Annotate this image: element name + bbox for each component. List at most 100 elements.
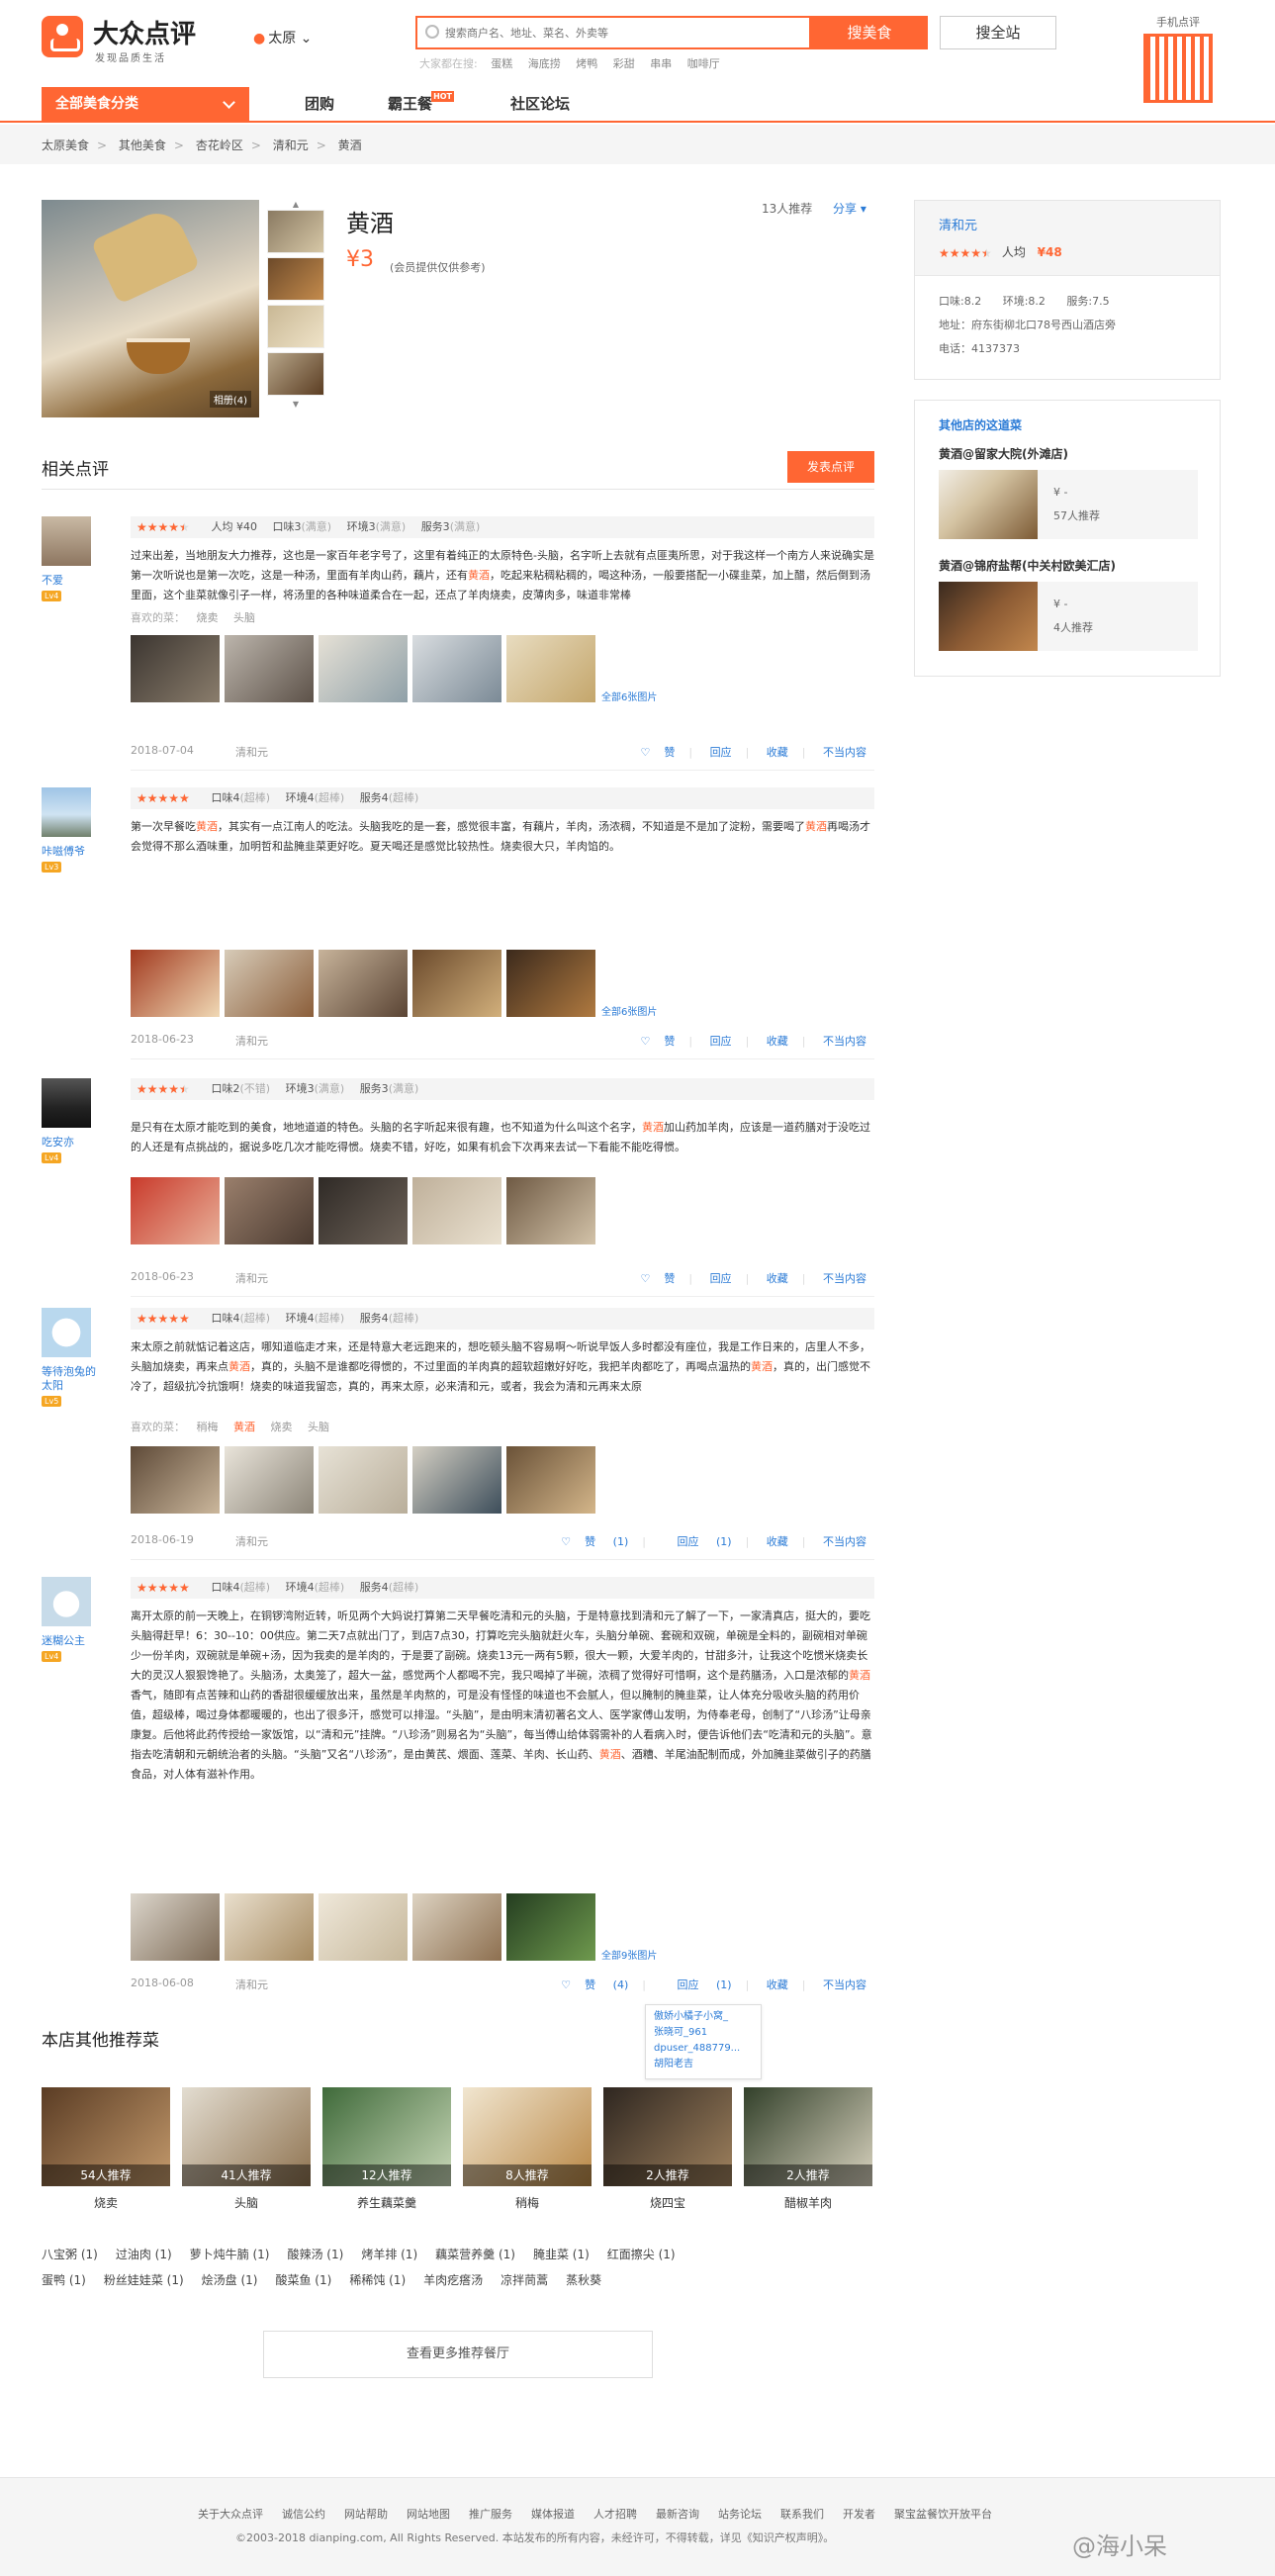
review-shop[interactable]: 清和元 [235, 744, 268, 760]
all-categories-dropdown[interactable]: 全部美食分类 [42, 87, 249, 121]
review-username[interactable]: 迷糊公主 [42, 1634, 85, 1647]
review-photo[interactable] [319, 1446, 408, 1514]
dish-photo[interactable]: 54人推荐 [42, 2087, 170, 2186]
dish-tag[interactable]: 萝卜炖牛腩 (1) [190, 2242, 270, 2267]
breadcrumb-item[interactable]: 其他美食 [119, 138, 166, 152]
like-button[interactable]: ♡ 赞 (1) [547, 1535, 628, 1548]
thumbnail[interactable] [267, 305, 324, 348]
dish-tag[interactable]: 藕菜营养羹 (1) [435, 2242, 515, 2267]
dish-tag[interactable]: 过油肉 (1) [116, 2242, 172, 2267]
dish-name[interactable]: 养生藕菜羹 [322, 2194, 451, 2211]
footer-link[interactable]: 推广服务 [469, 2508, 512, 2521]
avatar[interactable] [42, 787, 91, 837]
dish-name[interactable]: 烧卖 [42, 2194, 170, 2211]
footer-link[interactable]: 关于大众点评 [198, 2508, 263, 2521]
dish-card[interactable]: 8人推荐 稍梅 [463, 2087, 592, 2211]
review-shop[interactable]: 清和元 [235, 1033, 268, 1049]
dish-tag[interactable]: 酸辣汤 (1) [287, 2242, 343, 2267]
album-count[interactable]: 相册(4) [209, 391, 251, 408]
report-button[interactable]: 不当内容 [823, 746, 866, 759]
reply-button[interactable]: 回应 (1) [663, 1535, 731, 1548]
hot-word[interactable]: 彩甜 [613, 57, 635, 70]
dish-name[interactable]: 醋椒羊肉 [744, 2194, 872, 2211]
report-button[interactable]: 不当内容 [823, 1272, 866, 1285]
reply-button[interactable]: 回应 (1) [663, 1978, 731, 1991]
like-button[interactable]: ♡ 赞 [626, 746, 675, 759]
footer-link[interactable]: 站务论坛 [718, 2508, 762, 2521]
favorite-button[interactable]: 收藏 [767, 746, 788, 759]
other-shop-photo[interactable] [939, 582, 1038, 651]
review-shop[interactable]: 清和元 [235, 1977, 268, 1992]
like-button[interactable]: ♡ 赞 (4) [547, 1978, 628, 1991]
favorite-button[interactable]: 收藏 [767, 1035, 788, 1048]
footer-link[interactable]: 媒体报道 [531, 2508, 575, 2521]
liked-dish[interactable]: 头脑 [233, 611, 255, 624]
report-button[interactable]: 不当内容 [823, 1978, 866, 1991]
footer-link[interactable]: 开发者 [843, 2508, 875, 2521]
footer-link[interactable]: 网站地图 [407, 2508, 450, 2521]
hot-word[interactable]: 海底捞 [528, 57, 561, 70]
other-shop-item[interactable]: 黄酒@锦府盐帮(中关村欧美汇店) ¥ - 4人推荐 [939, 557, 1198, 651]
dish-name[interactable]: 稍梅 [463, 2194, 592, 2211]
dish-card[interactable]: 2人推荐 烧四宝 [603, 2087, 732, 2211]
dish-tag[interactable]: 烤羊排 (1) [361, 2242, 417, 2267]
footer-link[interactable]: 最新咨询 [656, 2508, 699, 2521]
avatar[interactable] [42, 516, 91, 566]
like-button[interactable]: ♡ 赞 [626, 1035, 675, 1048]
dish-tag[interactable]: 蛋鸭 (1) [42, 2267, 86, 2293]
dish-card[interactable]: 41人推荐 头脑 [182, 2087, 311, 2211]
review-photo[interactable] [506, 1446, 595, 1514]
review-username[interactable]: 咔嗞傅爷 [42, 845, 85, 858]
review-photo[interactable] [506, 1893, 595, 1961]
footer-link[interactable]: 联系我们 [780, 2508, 824, 2521]
hot-word[interactable]: 串串 [650, 57, 672, 70]
other-shop-name[interactable]: 黄酒@留家大院(外滩店) [939, 445, 1196, 462]
review-photo[interactable] [506, 1177, 595, 1244]
hot-word[interactable]: 蛋糕 [491, 57, 512, 70]
review-photo[interactable] [412, 1177, 501, 1244]
liked-dish[interactable]: 烧卖 [271, 1421, 293, 1433]
breadcrumb-item[interactable]: 杏花岭区 [196, 138, 243, 152]
dish-card[interactable]: 12人推荐 养生藕菜羹 [322, 2087, 451, 2211]
review-photo[interactable] [506, 950, 595, 1017]
review-photo[interactable] [225, 950, 314, 1017]
reply-button[interactable]: 回应 [710, 1035, 732, 1048]
dish-name[interactable]: 烧四宝 [603, 2194, 732, 2211]
nav-item-group-buy[interactable]: 团购 [305, 87, 334, 121]
footer-link[interactable]: 人才招聘 [593, 2508, 637, 2521]
liker-name[interactable]: 胡阳老吉 [654, 2057, 753, 2072]
dish-tag[interactable]: 稀稀饨 (1) [349, 2267, 406, 2293]
review-username[interactable]: 等待泡兔的太阳 [42, 1365, 96, 1392]
other-shop-name[interactable]: 黄酒@锦府盐帮(中关村欧美汇店) [939, 557, 1196, 574]
search-input[interactable] [445, 22, 801, 44]
dish-tag[interactable]: 羊肉疙瘩汤 [423, 2267, 483, 2293]
dish-photo[interactable]: 41人推荐 [182, 2087, 311, 2186]
write-review-button[interactable]: 发表点评 [787, 451, 874, 483]
favorite-button[interactable]: 收藏 [767, 1978, 788, 1991]
review-username[interactable]: 不爱 [42, 574, 63, 587]
dish-photo[interactable]: 12人推荐 [322, 2087, 451, 2186]
reply-button[interactable]: 回应 [710, 746, 732, 759]
dish-tag[interactable]: 粉丝娃娃菜 (1) [104, 2267, 184, 2293]
footer-link[interactable]: 聚宝盆餐饮开放平台 [894, 2508, 992, 2521]
all-photos-link[interactable]: 全部6张图片 [601, 1003, 657, 1018]
review-shop[interactable]: 清和元 [235, 1533, 268, 1549]
dish-card[interactable]: 54人推荐 烧卖 [42, 2087, 170, 2211]
share-button[interactable]: 分享 ▾ [833, 200, 866, 217]
breadcrumb-item[interactable]: 太原美食 [42, 138, 89, 152]
thumbnail[interactable] [267, 352, 324, 396]
review-photo[interactable] [131, 1893, 220, 1961]
review-photo[interactable] [412, 1446, 501, 1514]
other-shop-item[interactable]: 黄酒@留家大院(外滩店) ¥ - 57人推荐 [939, 445, 1198, 539]
review-photo[interactable] [412, 1893, 501, 1961]
dish-tag[interactable]: 红面擦尖 (1) [607, 2242, 676, 2267]
search-food-button[interactable]: 搜美食 [811, 16, 928, 49]
review-shop[interactable]: 清和元 [235, 1270, 268, 1286]
thumbnail[interactable] [267, 210, 324, 253]
all-photos-link[interactable]: 全部6张图片 [601, 689, 657, 703]
search-all-button[interactable]: 搜全站 [940, 16, 1056, 49]
review-photo[interactable] [506, 635, 595, 702]
footer-link[interactable]: 诚信公约 [282, 2508, 325, 2521]
arrow-up-icon[interactable]: ▲ [267, 200, 324, 210]
avatar[interactable] [42, 1078, 91, 1128]
